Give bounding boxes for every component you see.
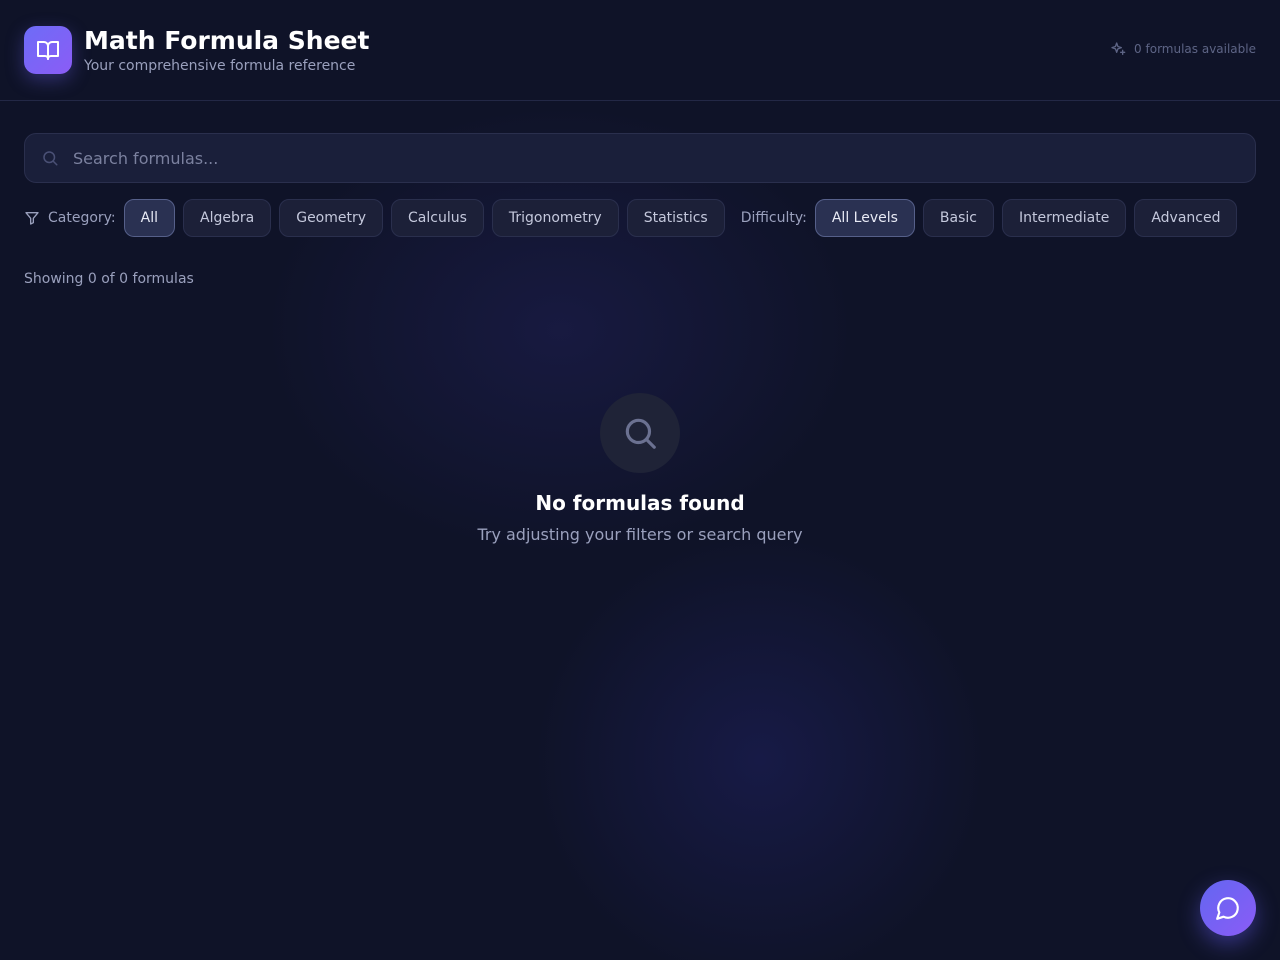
difficulty-chip-all-levels[interactable]: All Levels	[814, 199, 915, 237]
empty-state-subtitle: Try adjusting your filters or search que…	[477, 525, 803, 544]
filter-icon	[25, 212, 39, 225]
results-count: Showing 0 of 0 formulas	[24, 271, 194, 287]
category-chip-all[interactable]: All	[123, 199, 176, 237]
search-bar[interactable]	[24, 133, 1256, 183]
category-chip-geometry[interactable]: Geometry	[279, 199, 384, 237]
app-title: Math Formula Sheet	[84, 25, 370, 55]
formula-count-text: 0 formulas available	[1134, 42, 1256, 56]
difficulty-chip-advanced[interactable]: Advanced	[1134, 199, 1238, 237]
category-chip-calculus[interactable]: Calculus	[391, 199, 484, 237]
category-label: Category:	[48, 210, 116, 226]
title-block: Math Formula Sheet Your comprehensive fo…	[84, 25, 370, 74]
sparkles-icon	[1111, 42, 1126, 55]
empty-state: No formulas found Try adjusting your fil…	[0, 393, 1280, 544]
difficulty-chip-intermediate[interactable]: Intermediate	[1002, 199, 1127, 237]
chat-bubble-icon	[1216, 897, 1239, 920]
category-chip-trigonometry[interactable]: Trigonometry	[491, 199, 619, 237]
search-input[interactable]	[73, 148, 1173, 168]
empty-state-icon-circle	[600, 393, 680, 473]
app-subtitle: Your comprehensive formula reference	[84, 57, 356, 74]
search-icon	[625, 418, 656, 449]
difficulty-label: Difficulty:	[740, 210, 807, 226]
search-icon	[43, 151, 58, 166]
app-logo	[24, 26, 72, 74]
empty-state-title: No formulas found	[535, 491, 745, 515]
filter-bar: Category: All Algebra Geometry Calculus …	[24, 199, 1245, 237]
book-open-icon	[37, 41, 59, 60]
category-chip-algebra[interactable]: Algebra	[183, 199, 272, 237]
difficulty-chip-basic[interactable]: Basic	[922, 199, 994, 237]
chat-button[interactable]	[1200, 880, 1256, 936]
category-chip-statistics[interactable]: Statistics	[626, 199, 725, 237]
app-header: Math Formula Sheet Your comprehensive fo…	[0, 0, 1280, 101]
formula-count: 0 formulas available	[1110, 41, 1256, 57]
